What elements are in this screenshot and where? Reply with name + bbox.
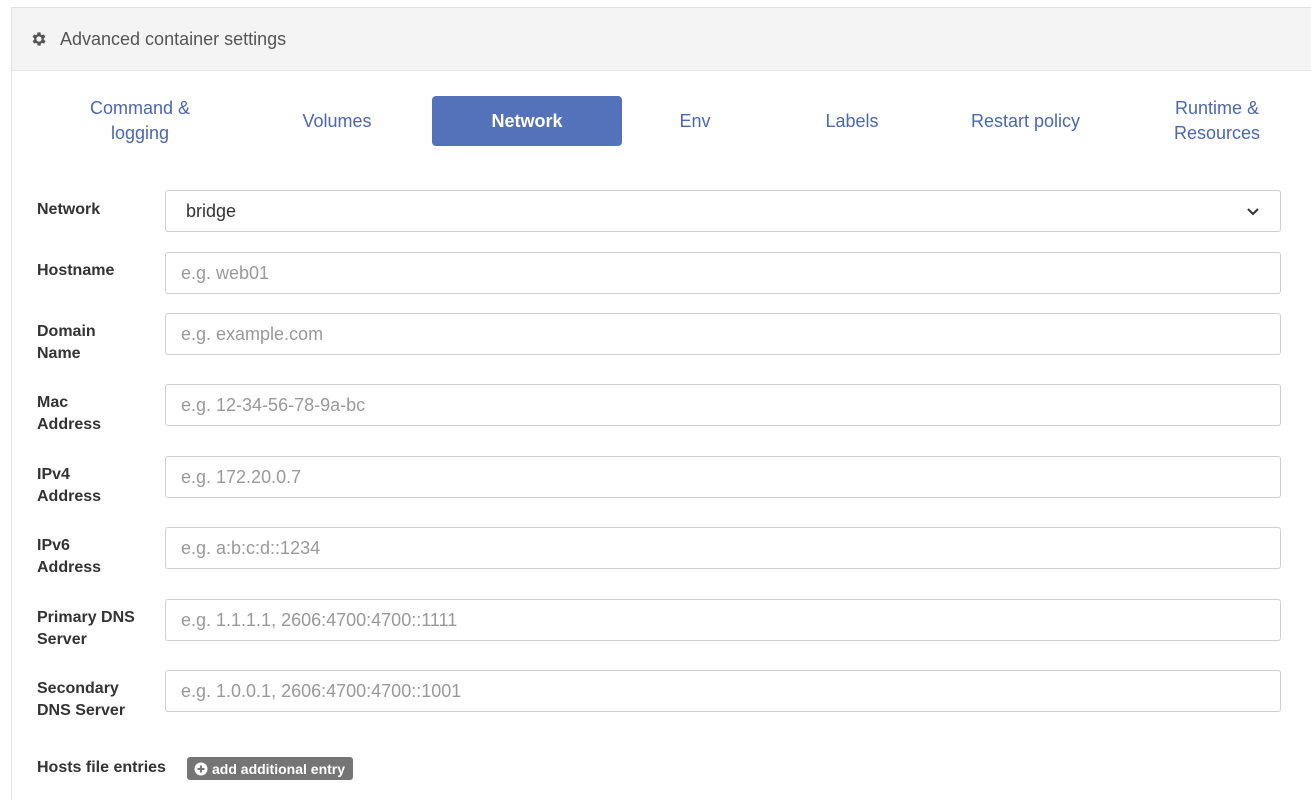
chevron-down-icon <box>1246 204 1260 218</box>
primary-dns-input[interactable] <box>165 599 1281 641</box>
ipv4-row: IPv4 Address <box>12 456 1311 505</box>
primary-dns-label: Primary DNS Server <box>37 609 135 648</box>
primary-dns-row: Primary DNS Server <box>12 599 1311 648</box>
tab-bar: Command & logging Volumes Network Env La… <box>12 96 1311 156</box>
tab-network[interactable]: Network <box>432 96 622 146</box>
secondary-dns-row: Secondary DNS Server <box>12 670 1311 719</box>
tab-restart-policy[interactable]: Restart policy <box>947 96 1104 146</box>
hostname-row: Hostname <box>12 252 1311 294</box>
network-row: Network bridge <box>12 190 1311 232</box>
secondary-dns-input[interactable] <box>165 670 1281 712</box>
tab-runtime-resources[interactable]: Runtime & Resources <box>1152 96 1282 146</box>
tab-command-logging[interactable]: Command & logging <box>60 96 220 146</box>
secondary-dns-label: Secondary DNS Server <box>37 680 126 719</box>
domain-label: Domain Name <box>37 323 96 362</box>
mac-row: Mac Address <box>12 384 1311 433</box>
mac-label: Mac Address <box>37 394 102 433</box>
ipv6-input[interactable] <box>165 527 1281 569</box>
hostname-input[interactable] <box>165 252 1281 294</box>
gear-icon <box>30 30 48 48</box>
mac-input[interactable] <box>165 384 1281 426</box>
network-label: Network <box>37 201 101 218</box>
ipv6-row: IPv6 Address <box>12 527 1311 576</box>
add-entry-label: add additional entry <box>212 760 346 777</box>
ipv4-label: IPv4 Address <box>37 466 102 505</box>
tab-volumes[interactable]: Volumes <box>282 96 392 146</box>
tab-labels[interactable]: Labels <box>802 96 902 146</box>
ipv4-input[interactable] <box>165 456 1281 498</box>
domain-row: Domain Name <box>12 313 1311 362</box>
panel-title: Advanced container settings <box>60 28 287 49</box>
hosts-row: Hosts file entries add additional entry <box>12 757 1311 783</box>
advanced-settings-panel: Advanced container settings Command & lo… <box>11 7 1311 800</box>
network-select-value: bridge <box>186 200 237 221</box>
ipv6-label: IPv6 Address <box>37 537 102 576</box>
hostname-label: Hostname <box>37 262 115 279</box>
network-select[interactable]: bridge <box>165 190 1281 232</box>
domain-input[interactable] <box>165 313 1281 355</box>
plus-circle-icon <box>194 762 208 776</box>
tab-env[interactable]: Env <box>655 96 735 146</box>
add-entry-button[interactable]: add additional entry <box>187 757 354 780</box>
panel-header[interactable]: Advanced container settings <box>12 8 1311 71</box>
hosts-label: Hosts file entries <box>37 759 166 776</box>
